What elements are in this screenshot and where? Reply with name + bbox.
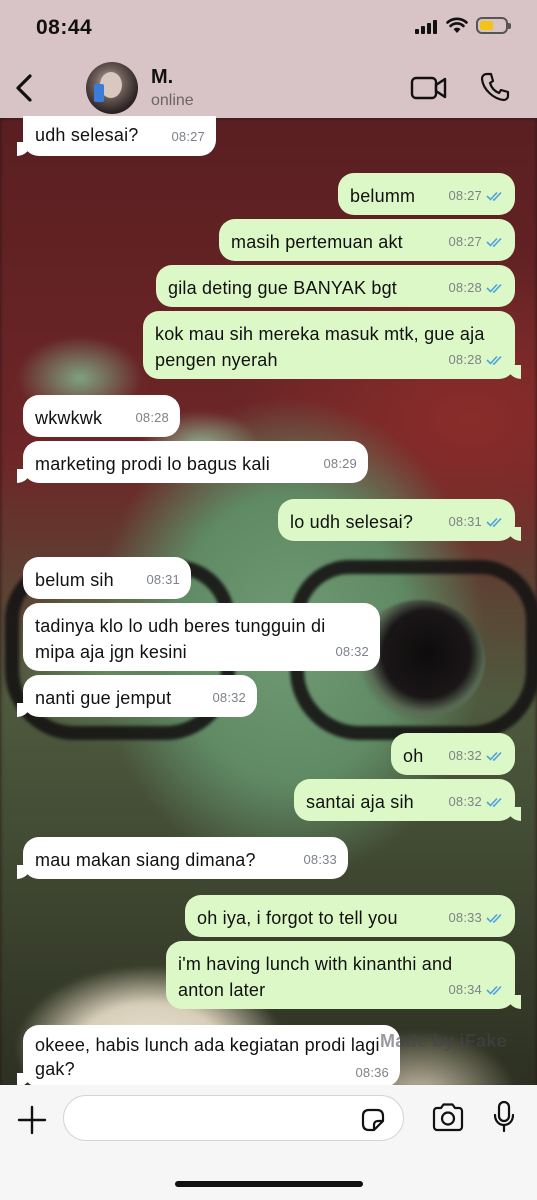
message-meta: 08:32 bbox=[212, 685, 246, 711]
message-time: 08:31 bbox=[146, 572, 180, 587]
message-bubble-outgoing[interactable]: kok mau sih mereka masuk mtk, gue aja pe… bbox=[143, 311, 521, 379]
contact-status: online bbox=[151, 92, 194, 109]
message-meta: 08:28 bbox=[448, 275, 504, 301]
message-meta: 08:32 bbox=[448, 789, 504, 815]
read-receipt-icon bbox=[486, 913, 502, 923]
chat-header: 08:44 M. online bbox=[0, 0, 537, 118]
message-bubble-outgoing[interactable]: masih pertemuan akt 08:27 bbox=[219, 219, 515, 261]
message-meta: 08:36 bbox=[355, 1061, 389, 1085]
wifi-icon bbox=[446, 17, 468, 33]
back-chevron-icon[interactable] bbox=[12, 72, 38, 104]
sticker-icon[interactable] bbox=[360, 1107, 386, 1133]
read-receipt-icon bbox=[486, 355, 502, 365]
message-bubble-outgoing[interactable]: oh iya, i forgot to tell you 08:33 bbox=[185, 895, 515, 937]
message-bubble-incoming[interactable]: tadinya klo lo udh beres tungguin di mip… bbox=[23, 603, 380, 671]
video-camera-icon[interactable] bbox=[410, 74, 448, 102]
watermark: Made by iFake bbox=[380, 1031, 507, 1051]
message-bubble-incoming[interactable]: okeee, habis lunch ada kegiatan prodi la… bbox=[17, 1025, 400, 1087]
read-receipt-icon bbox=[486, 517, 502, 527]
message-bubble-outgoing[interactable]: belumm 08:27 bbox=[338, 173, 515, 215]
message-time: 08:32 bbox=[448, 748, 482, 763]
status-time: 08:44 bbox=[36, 16, 93, 39]
phone-icon[interactable] bbox=[480, 71, 510, 103]
message-input[interactable] bbox=[64, 1096, 344, 1140]
message-text: i'm having lunch with kinanthi and anton… bbox=[178, 954, 453, 1000]
message-meta: 08:28 bbox=[135, 405, 169, 431]
battery-icon bbox=[476, 17, 511, 34]
message-time: 08:27 bbox=[448, 188, 482, 203]
message-time: 08:34 bbox=[448, 982, 482, 997]
message-meta: 08:27 bbox=[171, 124, 205, 150]
message-time: 08:28 bbox=[135, 410, 169, 425]
message-time: 08:33 bbox=[448, 910, 482, 925]
message-meta: 08:29 bbox=[323, 451, 357, 477]
plus-icon[interactable] bbox=[16, 1104, 48, 1136]
message-meta: 08:31 bbox=[448, 509, 504, 535]
message-bubble-outgoing[interactable]: santai aja sih 08:32 bbox=[294, 779, 521, 821]
camera-icon[interactable] bbox=[431, 1102, 465, 1132]
message-time: 08:36 bbox=[355, 1065, 389, 1080]
message-time: 08:32 bbox=[212, 690, 246, 705]
message-bubble-incoming[interactable]: udh selesai? 08:27 bbox=[17, 116, 216, 156]
message-meta: 08:31 bbox=[146, 567, 180, 593]
message-time: 08:27 bbox=[448, 234, 482, 249]
message-text: kok mau sih mereka masuk mtk, gue aja pe… bbox=[155, 324, 485, 370]
message-meta: 08:27 bbox=[448, 183, 504, 209]
message-time: 08:27 bbox=[171, 129, 205, 144]
read-receipt-icon bbox=[486, 751, 502, 761]
microphone-icon[interactable] bbox=[492, 1100, 516, 1134]
read-receipt-icon bbox=[486, 191, 502, 201]
cellular-signal-icon bbox=[415, 20, 439, 34]
contact-avatar[interactable] bbox=[86, 62, 138, 114]
message-time: 08:29 bbox=[323, 456, 357, 471]
message-time: 08:32 bbox=[448, 794, 482, 809]
message-text: mau makan siang dimana? bbox=[35, 850, 256, 870]
message-meta: 08:33 bbox=[303, 847, 337, 873]
message-input-field[interactable] bbox=[63, 1095, 404, 1141]
message-bubble-incoming[interactable]: nanti gue jemput 08:32 bbox=[17, 675, 257, 717]
message-bubble-incoming[interactable]: mau makan siang dimana? 08:33 bbox=[17, 837, 348, 879]
read-receipt-icon bbox=[486, 237, 502, 247]
message-meta: 08:34 bbox=[448, 977, 504, 1003]
message-meta: 08:27 bbox=[448, 229, 504, 255]
message-bubble-outgoing[interactable]: i'm having lunch with kinanthi and anton… bbox=[166, 941, 521, 1009]
message-meta: 08:28 bbox=[448, 347, 504, 373]
home-indicator[interactable] bbox=[175, 1181, 363, 1187]
message-time: 08:33 bbox=[303, 852, 337, 867]
read-receipt-icon bbox=[486, 985, 502, 995]
message-bubble-outgoing[interactable]: oh 08:32 bbox=[391, 733, 515, 775]
read-receipt-icon bbox=[486, 797, 502, 807]
message-meta: 08:32 bbox=[335, 639, 369, 665]
message-text: marketing prodi lo bagus kali bbox=[35, 454, 270, 474]
read-receipt-icon bbox=[486, 283, 502, 293]
message-bubble-outgoing[interactable]: gila deting gue BANYAK bgt 08:28 bbox=[156, 265, 515, 307]
message-time: 08:28 bbox=[448, 280, 482, 295]
message-text: okeee, habis lunch ada kegiatan prodi la… bbox=[35, 1035, 380, 1079]
message-bubble-outgoing[interactable]: lo udh selesai? 08:31 bbox=[278, 499, 521, 541]
message-meta: 08:33 bbox=[448, 905, 504, 931]
message-time: 08:28 bbox=[448, 352, 482, 367]
message-time: 08:31 bbox=[448, 514, 482, 529]
message-text: tadinya klo lo udh beres tungguin di mip… bbox=[35, 616, 326, 662]
message-bubble-incoming[interactable]: marketing prodi lo bagus kali 08:29 bbox=[17, 441, 368, 483]
message-time: 08:32 bbox=[335, 644, 369, 659]
message-meta: 08:32 bbox=[448, 743, 504, 769]
message-bubble-incoming[interactable]: belum sih 08:31 bbox=[23, 557, 191, 599]
message-bubble-incoming[interactable]: wkwkwk 08:28 bbox=[23, 395, 180, 437]
contact-name[interactable]: M. bbox=[151, 66, 173, 89]
